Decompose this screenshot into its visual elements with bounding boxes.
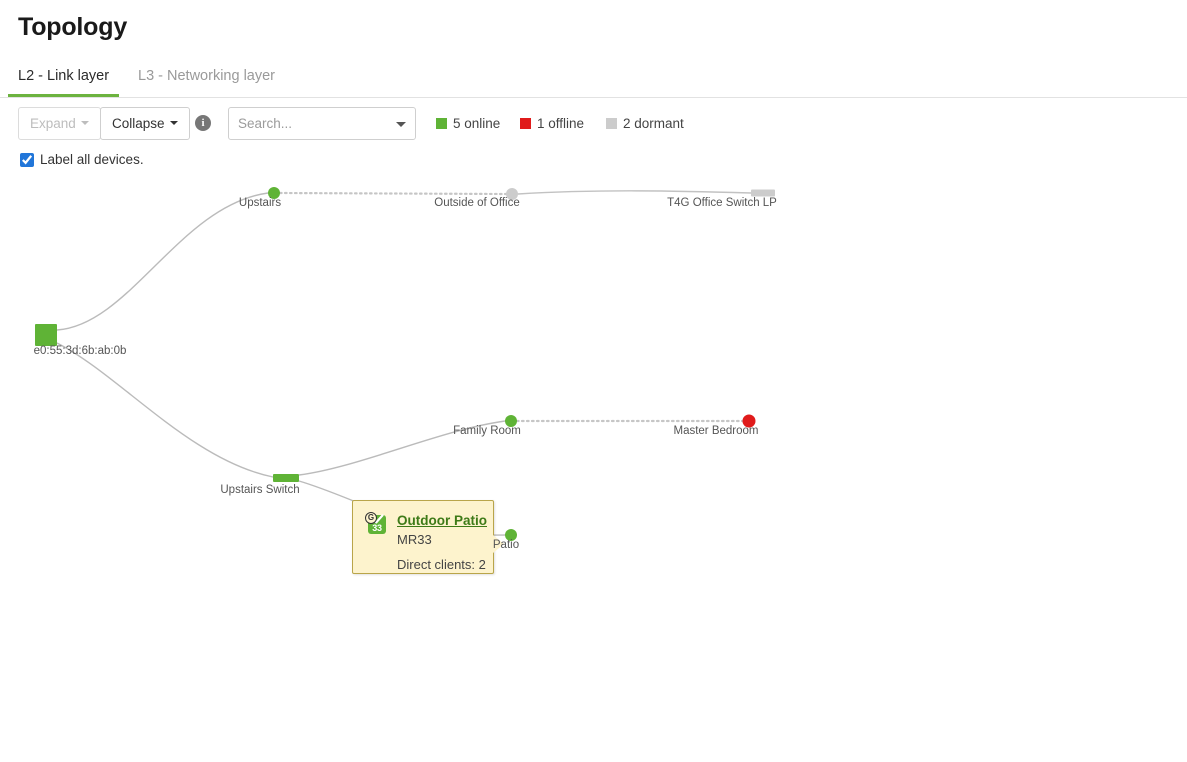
tab-bar: L2 - Link layer L3 - Networking layer xyxy=(0,62,1187,98)
legend-swatch-offline xyxy=(520,118,531,129)
access-point-icon-number: 33 xyxy=(372,523,382,533)
toolbar: Expand Collapse i 5 online 1 offline 2 d… xyxy=(0,107,1187,147)
label-all-devices-label: Label all devices. xyxy=(40,152,144,167)
legend-offline: 1 offline xyxy=(520,116,584,131)
legend-online: 5 online xyxy=(436,116,500,131)
node-outside-of-office[interactable] xyxy=(506,188,518,200)
legend-swatch-online xyxy=(436,118,447,129)
node-root[interactable] xyxy=(35,324,57,346)
tooltip-pointer xyxy=(493,535,504,553)
chevron-down-icon xyxy=(80,121,89,126)
search-input[interactable] xyxy=(229,108,389,139)
link-upstairs-outside xyxy=(278,191,508,196)
link-root-upstairs xyxy=(56,192,269,331)
chevron-down-icon[interactable] xyxy=(396,122,406,127)
node-patio[interactable] xyxy=(505,529,517,541)
legend-swatch-dormant xyxy=(606,118,617,129)
tooltip-device-link[interactable]: Outdoor Patio xyxy=(397,513,487,528)
collapse-button-label: Collapse xyxy=(112,116,165,131)
access-point-icon: 33 G xyxy=(365,512,386,534)
link-upswitch-family xyxy=(298,420,506,476)
tab-l3-networking-layer[interactable]: L3 - Networking layer xyxy=(128,62,285,97)
node-family-room[interactable] xyxy=(505,415,517,427)
tooltip-direct-clients: Direct clients: 2 xyxy=(397,557,486,572)
legend-dormant-label: 2 dormant xyxy=(623,116,684,131)
expand-button[interactable]: Expand xyxy=(18,107,101,140)
node-upstairs-switch[interactable] xyxy=(273,474,299,482)
page-title: Topology xyxy=(18,13,128,41)
link-outside-t4gswitch xyxy=(517,190,752,195)
expand-button-label: Expand xyxy=(30,116,76,131)
node-t4g-office-switch-lp[interactable] xyxy=(751,189,775,197)
topology-links xyxy=(56,190,752,536)
legend-offline-label: 1 offline xyxy=(537,116,585,131)
collapse-button[interactable]: Collapse xyxy=(100,107,190,140)
gateway-badge-icon: G xyxy=(365,512,377,524)
label-all-devices-checkbox[interactable] xyxy=(20,152,34,167)
legend-online-label: 5 online xyxy=(453,116,501,131)
legend-dormant: 2 dormant xyxy=(606,116,684,131)
chevron-down-icon xyxy=(169,121,178,126)
tab-l2-link-layer[interactable]: L2 - Link layer xyxy=(8,62,120,97)
topology-canvas[interactable]: e0:55:3d:6b:ab:0b Upstairs Outside of Of… xyxy=(0,175,1187,762)
label-all-devices-row[interactable]: Label all devices. xyxy=(20,152,144,167)
device-tooltip: 33 G Outdoor Patio MR33 Direct clients: … xyxy=(352,500,505,574)
node-upstairs[interactable] xyxy=(268,187,280,199)
search-box[interactable] xyxy=(228,107,416,140)
node-master-bedroom[interactable] xyxy=(742,414,756,428)
tooltip-device-model: MR33 xyxy=(397,532,432,547)
info-icon[interactable]: i xyxy=(195,115,211,131)
link-root-upswitch xyxy=(56,342,274,478)
